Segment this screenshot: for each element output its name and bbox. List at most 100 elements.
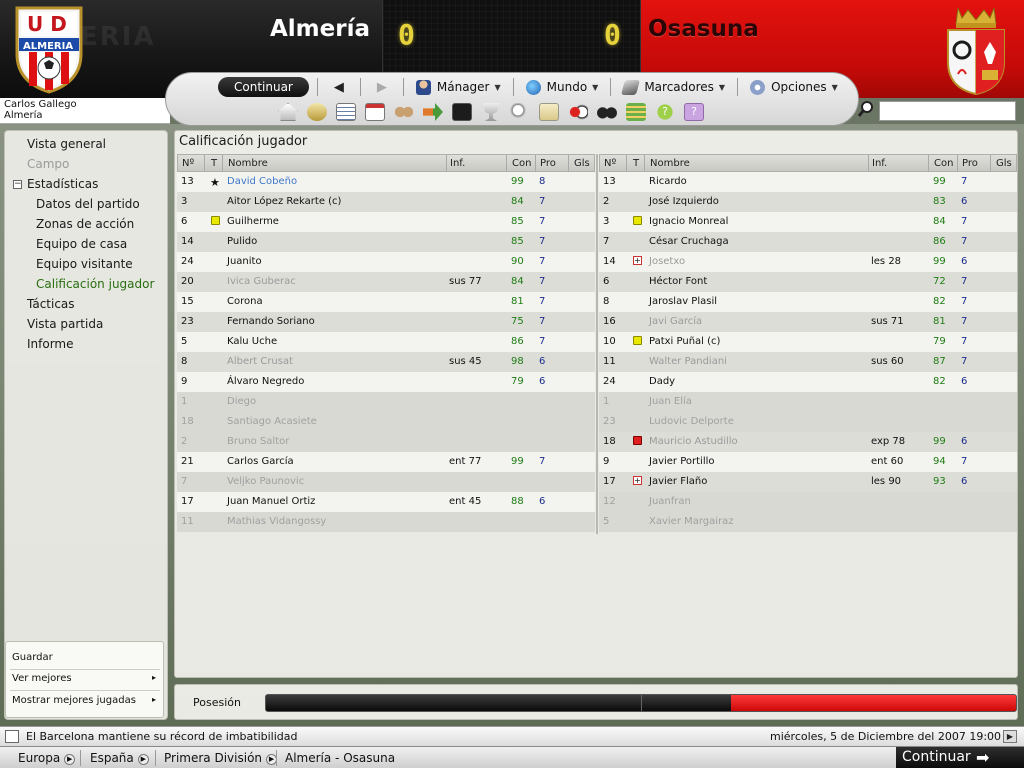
forward-arrow-icon[interactable]: ▶ (369, 80, 395, 95)
continue-button-bottom[interactable]: Continuar ➡ (896, 747, 1024, 768)
search-icon[interactable] (857, 100, 875, 118)
help-icon[interactable]: ? (655, 103, 675, 121)
player-name[interactable]: Carlos García (227, 456, 294, 467)
table-row[interactable]: 24 Dady 82 6 (599, 372, 1017, 392)
player-name[interactable]: Javi García (649, 316, 702, 327)
staff-icon[interactable] (394, 103, 414, 121)
col-info[interactable]: Inf. (450, 158, 465, 169)
col-name[interactable]: Nombre (228, 158, 268, 169)
table-row[interactable]: 14 + Josetxo les 28 99 6 (599, 252, 1017, 272)
player-name[interactable]: José Izquierdo (649, 196, 719, 207)
sidebar-item-statistics[interactable]: Estadísticas (27, 177, 98, 191)
player-name[interactable]: Kalu Uche (227, 336, 277, 347)
menu-manager[interactable]: Mánager ▼ (412, 79, 505, 95)
crumb-europe[interactable]: Europa ▶ (18, 751, 76, 765)
table-row[interactable]: 18 Santiago Acasiete (177, 412, 595, 432)
notes-icon[interactable] (539, 103, 559, 121)
table-row[interactable]: 9 Álvaro Negredo 79 6 (177, 372, 595, 392)
table-row[interactable]: 24 Juanito 90 7 (177, 252, 595, 272)
table-row[interactable]: 1 Diego (177, 392, 595, 412)
table-row[interactable]: 2 José Izquierdo 83 6 (599, 192, 1017, 212)
col-goals[interactable]: Gls (574, 158, 590, 169)
table-row[interactable]: 23 Ludovic Delporte (599, 412, 1017, 432)
col-type[interactable]: T (211, 158, 217, 169)
player-name[interactable]: Xavier Margairaz (649, 516, 734, 527)
table-row[interactable]: 10 Patxi Puñal (c) 79 7 (599, 332, 1017, 352)
table-row[interactable]: 5 Xavier Margairaz (599, 512, 1017, 532)
sidebar-item-pitch[interactable]: Campo (27, 157, 69, 171)
player-name[interactable]: Javier Flaño (649, 476, 707, 487)
player-name[interactable]: Walter Pandiani (649, 356, 727, 367)
player-name[interactable]: Guilherme (227, 216, 279, 227)
player-name[interactable]: Mathias Vidangossy (227, 516, 326, 527)
match-icon[interactable] (568, 103, 588, 121)
table-row[interactable]: 23 Fernando Soriano 75 7 (177, 312, 595, 332)
player-name[interactable]: Juanfran (649, 496, 691, 507)
table-row[interactable]: 5 Kalu Uche 86 7 (177, 332, 595, 352)
player-name[interactable]: Santiago Acasiete (227, 416, 317, 427)
col-condition[interactable]: Con (512, 158, 531, 169)
player-name[interactable]: Juan Elía (649, 396, 692, 407)
col-info[interactable]: Inf. (872, 158, 887, 169)
player-name[interactable]: Patxi Puñal (c) (649, 336, 720, 347)
player-name[interactable]: Mauricio Astudillo (649, 436, 738, 447)
table-row[interactable]: 6 Guilherme 85 7 (177, 212, 595, 232)
table-row[interactable]: 8 Albert Crusat sus 45 98 6 (177, 352, 595, 372)
player-name[interactable]: Diego (227, 396, 256, 407)
table-row[interactable]: 14 Pulido 85 7 (177, 232, 595, 252)
player-name[interactable]: Fernando Soriano (227, 316, 315, 327)
table-row[interactable]: 11 Walter Pandiani sus 60 87 7 (599, 352, 1017, 372)
club-icon[interactable] (307, 103, 327, 121)
squad-list-icon[interactable] (336, 103, 356, 121)
player-name[interactable]: Juan Manuel Ortiz (227, 496, 315, 507)
player-name[interactable]: Corona (227, 296, 263, 307)
col-rating[interactable]: Pro (540, 158, 556, 169)
table-row[interactable]: 12 Juanfran (599, 492, 1017, 512)
show-highlights-action[interactable]: Mostrar mejores jugadas ▸ (12, 695, 156, 706)
col-rating[interactable]: Pro (962, 158, 978, 169)
table-row[interactable]: 16 Javi García sus 71 81 7 (599, 312, 1017, 332)
player-name[interactable]: Juanito (227, 256, 262, 267)
table-row[interactable]: 1 Juan Elía (599, 392, 1017, 412)
menu-world[interactable]: Mundo ▼ (522, 79, 603, 95)
player-name[interactable]: Ivica Guberac (227, 276, 296, 287)
forward-icon[interactable]: ▶ (1003, 730, 1017, 743)
table-row[interactable]: 8 Jaroslav Plasil 82 7 (599, 292, 1017, 312)
calendar-icon[interactable] (365, 103, 385, 121)
table-row[interactable]: 17 Juan Manuel Ortiz ent 45 88 6 (177, 492, 595, 512)
menu-scores[interactable]: Marcadores ▼ (619, 79, 729, 95)
about-icon[interactable]: ? (684, 103, 704, 121)
sidebar-item-overview[interactable]: Vista general (27, 137, 106, 151)
player-name[interactable]: Josetxo (649, 256, 685, 267)
player-name[interactable]: Veljko Paunovic (227, 476, 304, 487)
news-headline[interactable]: El Barcelona mantiene su récord de imbat… (26, 730, 297, 743)
table-row[interactable]: 7 César Cruchaga 86 7 (599, 232, 1017, 252)
save-action[interactable]: Guardar (12, 652, 53, 663)
col-number[interactable]: Nº (604, 158, 616, 169)
binoculars-icon[interactable] (597, 103, 617, 121)
table-row[interactable]: 17 + Javier Flaño les 90 93 6 (599, 472, 1017, 492)
table-row[interactable]: 6 Héctor Font 72 7 (599, 272, 1017, 292)
transfers-icon[interactable] (423, 103, 443, 121)
player-name[interactable]: Bruno Saltor (227, 436, 289, 447)
continue-button[interactable]: Continuar (218, 77, 309, 97)
table-row[interactable]: 15 Corona 81 7 (177, 292, 595, 312)
player-name[interactable]: Ludovic Delporte (649, 416, 734, 427)
player-name[interactable]: Héctor Font (649, 276, 707, 287)
news-icon[interactable] (5, 730, 19, 743)
table-row[interactable]: 21 Carlos García ent 77 99 7 (177, 452, 595, 472)
col-type[interactable]: T (633, 158, 639, 169)
table-row[interactable]: 3 Ignacio Monreal 84 7 (599, 212, 1017, 232)
player-name[interactable]: Álvaro Negredo (227, 376, 304, 387)
table-row[interactable]: 9 Javier Portillo ent 60 94 7 (599, 452, 1017, 472)
crumb-match[interactable]: Almería - Osasuna (285, 751, 395, 765)
player-name[interactable]: Javier Portillo (649, 456, 715, 467)
player-name[interactable]: Ricardo (649, 176, 687, 187)
table-row[interactable]: 3 Aitor López Rekarte (c) 84 7 (177, 192, 595, 212)
player-name[interactable]: Dady (649, 376, 675, 387)
col-number[interactable]: Nº (182, 158, 194, 169)
sidebar-item-away-team[interactable]: Equipo visitante (36, 257, 133, 271)
sidebar-item-action-zones[interactable]: Zonas de acción (36, 217, 134, 231)
col-condition[interactable]: Con (934, 158, 953, 169)
search-input[interactable] (879, 101, 1016, 121)
